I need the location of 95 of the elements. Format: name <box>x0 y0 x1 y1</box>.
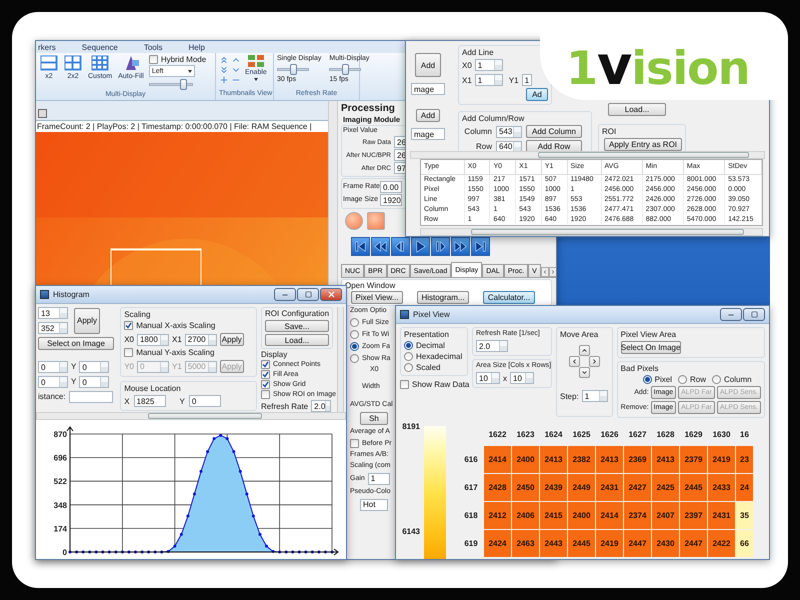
field-label: Y <box>71 377 76 387</box>
column-header: 16 <box>739 430 750 438</box>
pixel-cell: 2369 <box>624 446 651 473</box>
group-label: Display <box>261 350 288 360</box>
field-label: Row <box>474 142 492 152</box>
pixel-cell: 2415 <box>540 502 567 529</box>
pixel-cell: 2413 <box>596 446 623 473</box>
pixel-cell: 2439 <box>540 474 567 501</box>
pixel-cell: 2447 <box>680 530 707 557</box>
field-label: Refresh Rate <box>261 402 308 411</box>
column-header: 1629 <box>684 430 704 438</box>
group-label: Presentation <box>404 330 450 340</box>
group-label: Move Area <box>560 330 600 340</box>
pixel-cell: 2445 <box>568 530 595 557</box>
field-label: X <box>124 396 130 406</box>
pixel-cell: 35 <box>736 502 753 529</box>
group-label: ROI <box>602 127 618 136</box>
column-header: 1626 <box>600 430 620 438</box>
pixel-cell: 2413 <box>652 446 679 473</box>
axis-label: 348 <box>54 501 67 510</box>
pixel-cell: 23 <box>736 446 753 473</box>
pixel-cell: 2382 <box>568 446 595 473</box>
axis-label: 696 <box>54 454 67 463</box>
column-header: 1622 <box>488 430 508 438</box>
row-header: 619 <box>463 539 479 549</box>
pixel-cell: 2445 <box>680 474 707 501</box>
column-header: 1623 <box>516 430 536 438</box>
group-label: ROI Configuration <box>265 309 329 318</box>
group-label: Add Column/Row <box>462 114 526 124</box>
pixel-cell: 2400 <box>512 446 539 473</box>
axis-label: 522 <box>54 478 67 487</box>
pixel-cell: 2397 <box>680 502 707 529</box>
column-header: 1624 <box>544 430 564 438</box>
pixel-cell: 2414 <box>484 446 511 473</box>
pixel-cell: 2430 <box>652 530 679 557</box>
pixel-cell: 2424 <box>484 530 511 557</box>
group-label: Add Line <box>462 48 495 58</box>
pixel-cell: 2450 <box>512 474 539 501</box>
pixel-cell: 2379 <box>680 446 707 473</box>
column-header: 1625 <box>572 430 592 438</box>
field-label: X1 <box>172 335 182 344</box>
field-label: X0 <box>462 60 472 70</box>
pixel-cell: 2419 <box>708 446 735 473</box>
row-header: 618 <box>463 511 479 521</box>
pixel-cell: 2414 <box>596 502 623 529</box>
axis-label: 174 <box>54 524 67 534</box>
column-header: 1627 <box>628 430 648 438</box>
panel-title: Processing <box>341 103 395 114</box>
pixel-cell: 2433 <box>708 474 735 501</box>
row-header: 617 <box>463 483 479 493</box>
window-title: Histogram <box>53 290 90 300</box>
pixel-cell: 2449 <box>568 474 595 501</box>
column-header: 1628 <box>656 430 676 438</box>
field-label: Y <box>180 396 185 406</box>
pixel-cell: 2412 <box>484 502 511 529</box>
pixel-cell: 2419 <box>596 530 623 557</box>
logo: 1vision <box>566 39 750 93</box>
pixel-cell: 2431 <box>708 502 735 529</box>
group-label: Mouse Location <box>124 384 182 394</box>
axis-label: 870 <box>54 430 67 440</box>
pixel-cell: 24 <box>736 474 753 501</box>
field-label: istance: <box>38 392 66 402</box>
scale-label: 6143 <box>402 527 420 536</box>
window-title: Pixel View <box>413 310 450 320</box>
field-label: X1 <box>462 76 472 85</box>
pixel-cell: 2407 <box>652 502 679 529</box>
pixel-cell: 2374 <box>624 502 651 529</box>
status-text: FrameCount: 2 | PlayPos: 2 | Timestamp: 0:00:00.070 | File: RAM Sequence | <box>36 121 328 132</box>
pixel-cell: 2413 <box>540 446 567 473</box>
pixel-cell: 2463 <box>512 530 539 557</box>
group-label: Pixel View Area <box>620 330 678 340</box>
field-label: Y0 <box>124 362 134 372</box>
pixel-cell: 2443 <box>540 530 567 557</box>
pixel-cell: 2447 <box>624 530 651 557</box>
field-label: Y1 <box>508 76 519 85</box>
pixel-cell: 2427 <box>624 474 651 501</box>
field-label: Y <box>71 362 76 372</box>
separator-text: x <box>503 374 507 383</box>
column-header: 1630 <box>712 430 732 438</box>
pixel-cell: 66 <box>736 530 753 557</box>
pixel-cell: 2431 <box>596 474 623 501</box>
pixel-cell: 2428 <box>484 474 511 501</box>
field-label: X0 <box>124 335 134 344</box>
group-label: Scaling <box>124 310 152 320</box>
pixel-cell: 2422 <box>708 530 735 557</box>
scale-label: 8191 <box>402 422 420 432</box>
field-label: Step: <box>560 392 579 401</box>
axis-label: 0 <box>62 548 67 558</box>
pixel-cell: 2406 <box>512 502 539 529</box>
pixel-cell: 2425 <box>652 474 679 501</box>
group-label: Bad Pixels <box>620 364 660 374</box>
pixel-cell: 2400 <box>568 502 595 529</box>
field-label: Y1 <box>172 362 182 372</box>
field-label: Column <box>463 127 492 136</box>
row-header: 616 <box>463 455 479 465</box>
